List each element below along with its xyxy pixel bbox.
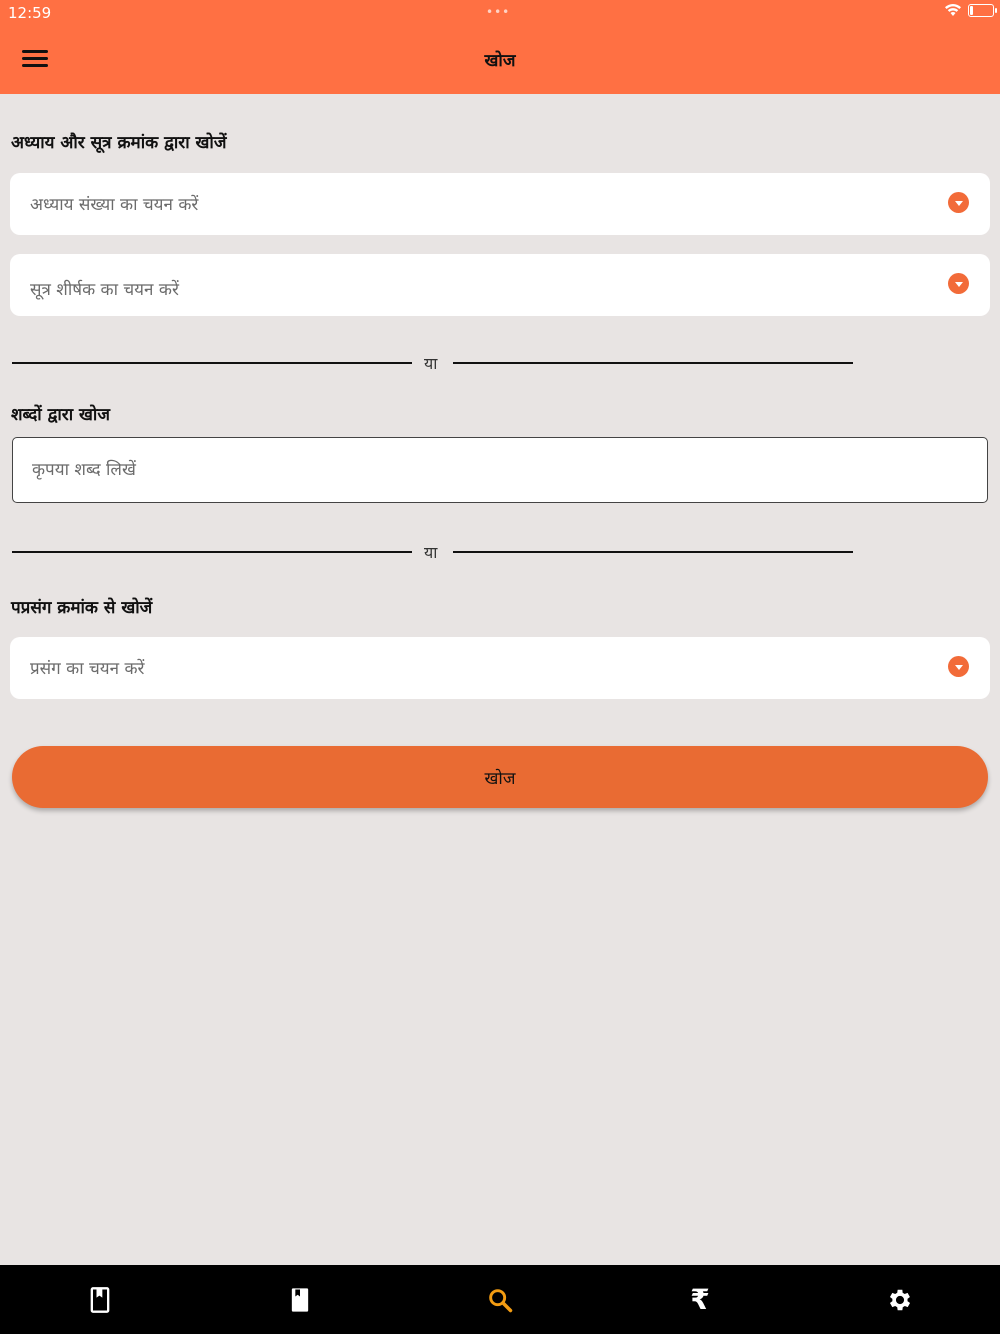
prasang-select-placeholder: प्रसंग का चयन करें: [30, 659, 145, 679]
word-search-input[interactable]: [12, 437, 988, 503]
battery-level: [970, 5, 973, 15]
dropdown-arrow-icon: [948, 656, 969, 677]
multitasking-dots: •••: [486, 5, 511, 19]
divider-line-right: [453, 551, 853, 553]
prasang-search-heading: पप्रसंग क्रमांक से खोजें: [11, 598, 153, 618]
wifi-icon: [945, 4, 961, 16]
prasang-select[interactable]: प्रसंग का चयन करें: [10, 637, 990, 699]
nav-item-settings[interactable]: [800, 1265, 1000, 1334]
divider-line-left: [12, 551, 412, 553]
search-icon: [489, 1288, 513, 1312]
or-divider-label: या: [424, 543, 438, 562]
rupee-icon: ₹: [690, 1283, 710, 1316]
battery-icon: [968, 3, 997, 17]
book-icon: [291, 1287, 309, 1312]
status-icons: [944, 3, 997, 17]
nav-item-bookmarks[interactable]: [0, 1265, 200, 1334]
app-bar: खोज: [0, 26, 1000, 94]
bookmark-book-icon: [90, 1286, 110, 1313]
dropdown-arrow-icon: [948, 192, 969, 213]
chapter-select-placeholder: अध्याय संख्या का चयन करें: [30, 195, 199, 215]
search-button[interactable]: खोज: [12, 746, 988, 808]
bottom-nav: ₹: [0, 1265, 1000, 1334]
nav-item-book[interactable]: [200, 1265, 400, 1334]
nav-item-search[interactable]: [400, 1265, 600, 1334]
page-title: खोज: [484, 51, 516, 71]
chapter-number-select[interactable]: अध्याय संख्या का चयन करें: [10, 173, 990, 235]
divider-line-right: [453, 362, 853, 364]
divider-line-left: [12, 362, 412, 364]
gear-icon: [889, 1289, 911, 1310]
dropdown-arrow-icon: [948, 273, 969, 294]
status-time: 12:59: [8, 4, 52, 22]
sutra-title-select[interactable]: सूत्र शीर्षक का चयन करें: [10, 254, 990, 316]
chapter-search-heading: अध्याय और सूत्र क्रमांक द्वारा खोजें: [11, 133, 227, 153]
sutra-select-placeholder: सूत्र शीर्षक का चयन करें: [30, 280, 179, 300]
word-search-heading: शब्दों द्वारा खोज: [11, 405, 110, 425]
nav-item-donate[interactable]: ₹: [600, 1265, 800, 1334]
or-divider-label: या: [424, 354, 438, 373]
status-bar: 12:59 •••: [0, 0, 1000, 26]
